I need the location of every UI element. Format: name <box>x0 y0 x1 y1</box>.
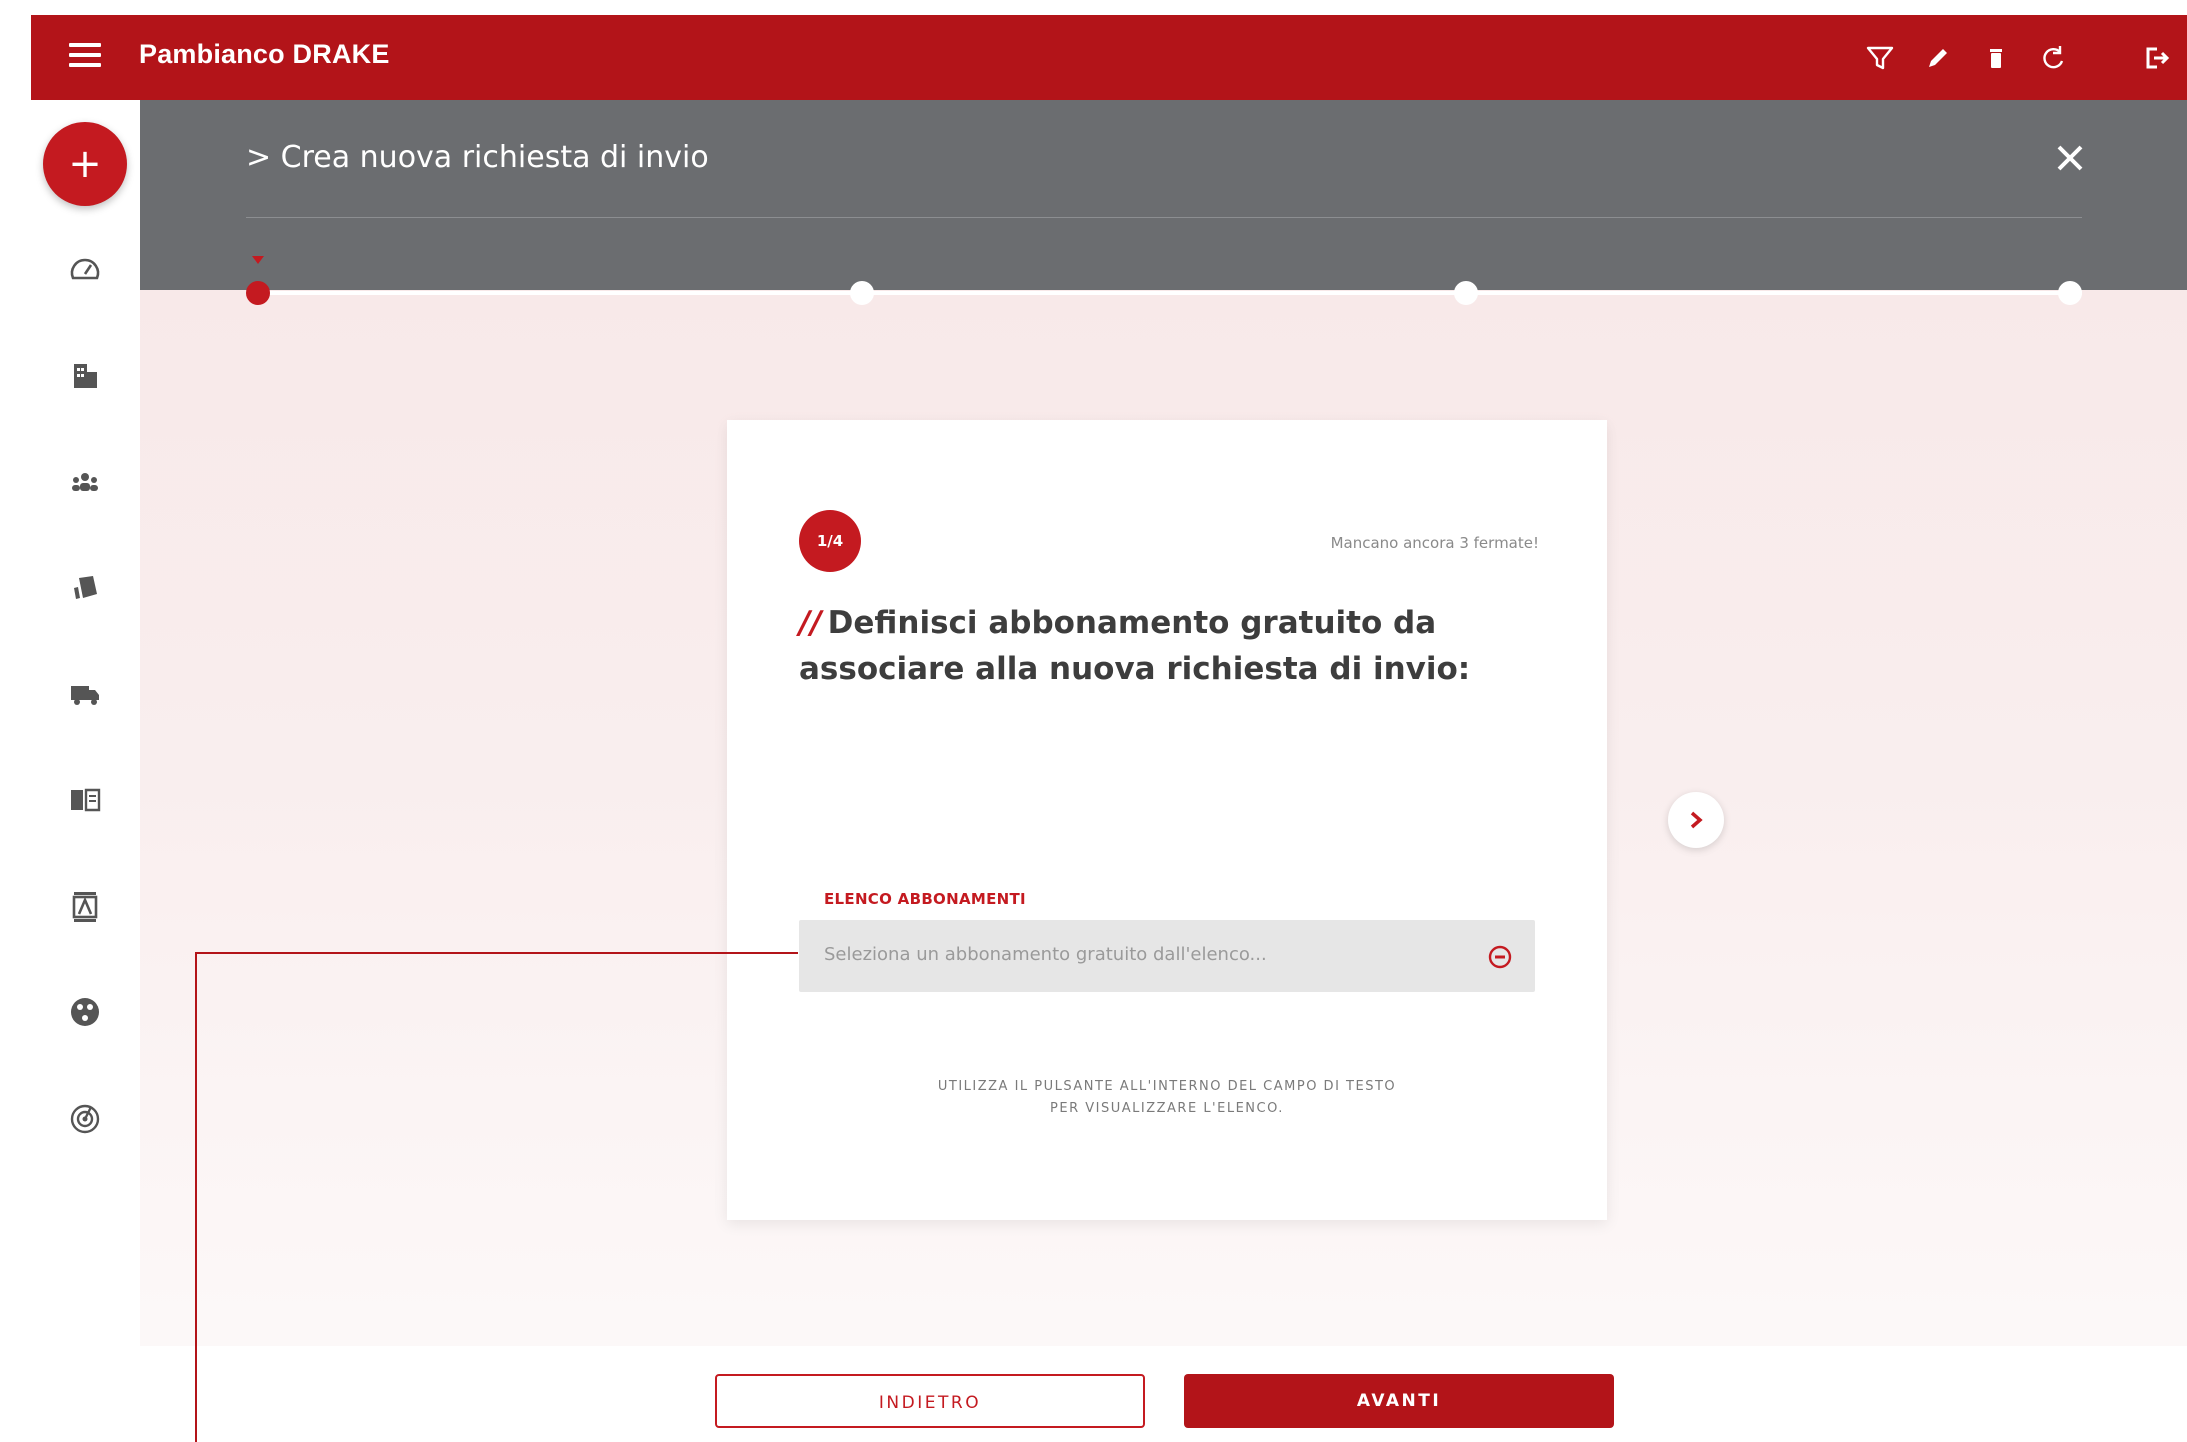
step-4-dot[interactable] <box>2058 281 2082 305</box>
current-step-marker-icon <box>252 256 264 264</box>
dashboard-icon[interactable] <box>65 250 105 290</box>
wizard-card: 1/4 Mancano ancora 3 fermate! //Definisc… <box>727 420 1607 1220</box>
book-icon[interactable] <box>65 780 105 820</box>
buildings-icon[interactable] <box>65 356 105 396</box>
next-step-arrow-button[interactable] <box>1668 792 1724 848</box>
hint-text: UTILIZZA IL PULSANTE ALL'INTERNO DEL CAM… <box>799 1076 1535 1120</box>
step-2-dot[interactable] <box>850 281 874 305</box>
back-button[interactable]: INDIETRO <box>715 1374 1145 1428</box>
header-divider <box>246 217 2082 218</box>
filter-icon[interactable] <box>1863 41 1897 75</box>
sidebar: + <box>31 100 140 1442</box>
close-icon[interactable] <box>2050 138 2090 178</box>
tags-icon[interactable] <box>65 568 105 608</box>
refresh-icon[interactable] <box>2036 41 2070 75</box>
hamburger-menu-icon[interactable] <box>69 43 101 71</box>
card-title: //Definisci abbonamento gratuito da asso… <box>799 600 1559 692</box>
wizard-header: > Crea nuova richiesta di invio <box>140 100 2187 290</box>
stepper-line <box>246 291 2082 295</box>
next-button[interactable]: AVANTI <box>1184 1374 1614 1428</box>
hint-line-1: UTILIZZA IL PULSANTE ALL'INTERNO DEL CAM… <box>937 1079 1397 1094</box>
breadcrumb: > Crea nuova richiesta di invio <box>246 140 709 175</box>
step-1-dot[interactable] <box>246 281 270 305</box>
chevron-right-icon <box>1690 811 1703 829</box>
hint-line-2: PER VISUALIZZARE L'ELENCO. <box>1050 1101 1284 1116</box>
top-bar: Pambianco DRAKE <box>31 15 2187 100</box>
field-label: ELENCO ABBONAMENTI <box>824 890 1026 908</box>
callout-line-horizontal <box>195 952 798 954</box>
wizard-footer: INDIETRO AVANTI <box>140 1346 2187 1442</box>
people-icon[interactable] <box>65 462 105 502</box>
add-button[interactable]: + <box>43 122 127 206</box>
palette-icon[interactable] <box>65 992 105 1032</box>
truck-icon[interactable] <box>65 674 105 714</box>
step-3-dot[interactable] <box>1454 281 1478 305</box>
step-badge: 1/4 <box>799 510 861 572</box>
callout-line-vertical <box>195 952 197 1442</box>
remaining-steps-text: Mancano ancora 3 fermate! <box>1330 534 1539 552</box>
target-icon[interactable] <box>65 1098 105 1138</box>
delete-icon[interactable] <box>1979 41 2013 75</box>
app-title: Pambianco DRAKE <box>139 39 390 69</box>
edit-icon[interactable] <box>1921 41 1955 75</box>
main-content: > Crea nuova richiesta di invio 1/4 Manc… <box>140 100 2187 1442</box>
subscription-select-field[interactable]: Seleziona un abbonamento gratuito dall'e… <box>799 920 1535 992</box>
subscription-select-placeholder[interactable]: Seleziona un abbonamento gratuito dall'e… <box>824 944 1267 965</box>
logout-icon[interactable] <box>2139 41 2173 75</box>
title-text: Definisci abbonamento gratuito da associ… <box>799 605 1471 687</box>
title-slashes: // <box>799 605 822 641</box>
open-list-icon[interactable] <box>1487 944 1513 970</box>
contacts-icon[interactable] <box>65 886 105 926</box>
